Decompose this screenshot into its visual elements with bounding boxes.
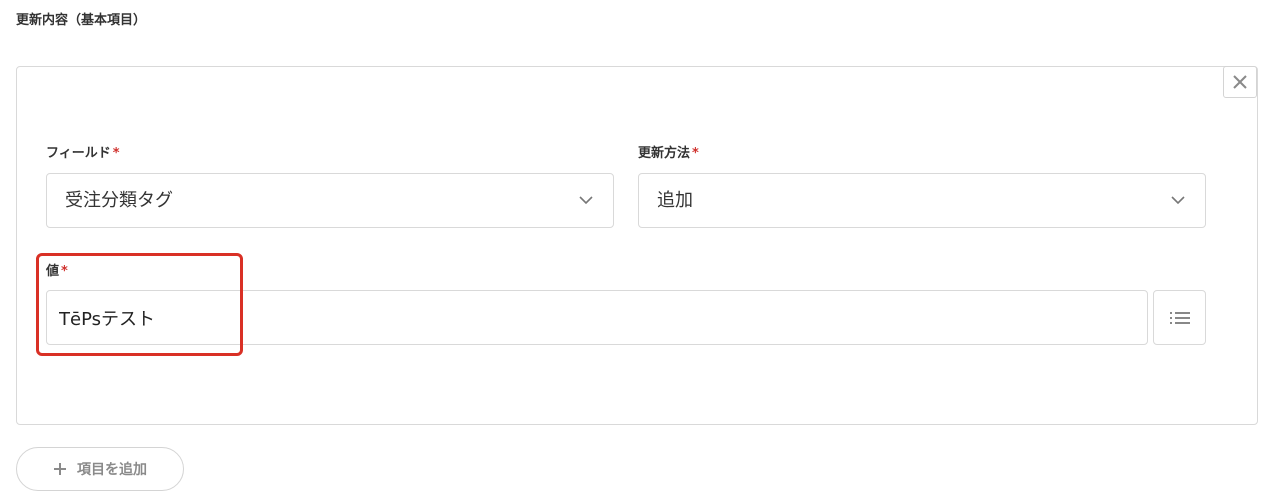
remove-item-button[interactable]	[1223, 66, 1257, 98]
list-icon	[1169, 311, 1190, 324]
method-select-value: 追加	[657, 190, 693, 211]
value-label-text: 値	[46, 264, 60, 279]
add-item-label: 項目を追加	[77, 462, 147, 478]
value-input[interactable]	[46, 290, 1148, 345]
field-select-value: 受注分類タグ	[65, 190, 173, 211]
add-item-button[interactable]: 項目を追加	[16, 447, 184, 491]
chevron-down-icon	[1171, 196, 1185, 205]
value-list-button[interactable]	[1153, 290, 1206, 345]
required-mark: *	[112, 146, 120, 161]
method-select[interactable]: 追加	[638, 173, 1206, 228]
plus-icon	[54, 463, 66, 475]
method-label-text: 更新方法	[638, 146, 691, 161]
close-icon	[1233, 75, 1247, 89]
chevron-down-icon	[579, 196, 593, 205]
update-item-card	[16, 66, 1258, 425]
field-select[interactable]: 受注分類タグ	[46, 173, 614, 228]
field-label-text: フィールド	[46, 146, 111, 161]
required-mark: *	[61, 264, 68, 279]
method-label: 更新方法 *	[638, 145, 699, 163]
required-mark: *	[692, 146, 699, 161]
value-label: 値 *	[46, 263, 68, 281]
section-title: 更新内容（基本項目）	[16, 13, 147, 28]
field-label: フィールド *	[46, 145, 120, 163]
